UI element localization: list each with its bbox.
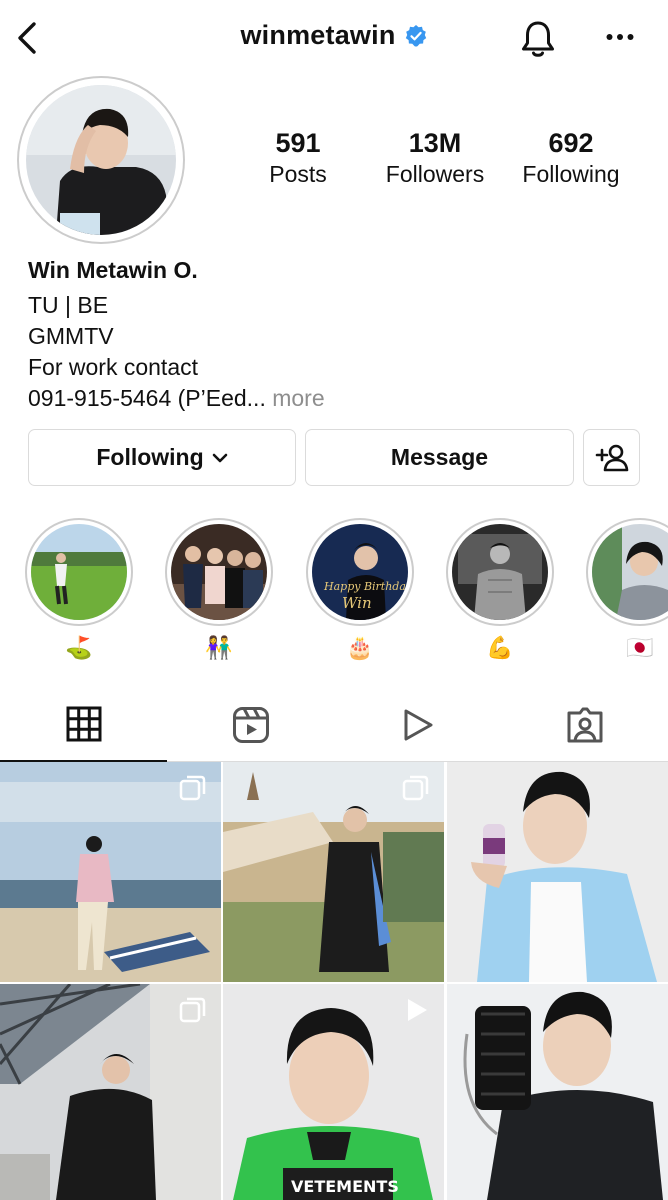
add-user-icon	[595, 444, 628, 471]
highlight-cover: Happy Birthday Win	[312, 524, 408, 620]
highlight-cover	[452, 524, 548, 620]
bio-line-truncated: 091-915-5464 (P’Eed... more	[28, 383, 648, 414]
highlight-label: ⛳	[65, 635, 93, 660]
posts-stat[interactable]: 591 Posts	[248, 128, 348, 190]
display-name: Win Metawin O.	[28, 257, 198, 283]
chevron-down-icon	[212, 453, 227, 462]
highlight-label: 🎂	[346, 635, 374, 660]
posts-grid: VETEMENTS	[0, 762, 668, 1200]
highlight-ring: Happy Birthday Win	[306, 518, 414, 626]
followers-label: Followers	[385, 161, 485, 187]
highlight-label: 💪	[486, 635, 514, 660]
following-label: Following	[522, 161, 620, 187]
video-play-icon	[408, 999, 427, 1021]
grid-icon	[66, 706, 101, 742]
tab-tagged[interactable]	[501, 688, 668, 762]
following-button[interactable]: Following	[28, 429, 296, 486]
message-button[interactable]: Message	[305, 429, 574, 486]
highlight-ring	[25, 518, 133, 626]
tab-grid[interactable]	[0, 688, 167, 762]
tab-videos[interactable]	[334, 688, 501, 762]
followers-stat[interactable]: 13M Followers	[375, 128, 495, 190]
bell-icon	[522, 21, 554, 57]
story-highlight[interactable]: 🇯🇵	[586, 518, 668, 662]
story-highlight[interactable]: Happy Birthday Win 🎂	[306, 518, 414, 662]
suggested-users-button[interactable]	[583, 429, 640, 486]
username: winmetawin	[240, 20, 396, 50]
more-options-button[interactable]	[598, 22, 642, 52]
post-thumbnail[interactable]	[0, 984, 221, 1200]
message-button-label: Message	[390, 444, 489, 470]
posts-count: 591	[275, 128, 321, 158]
highlight-cover	[592, 524, 668, 620]
profile-header-title: winmetawin	[0, 20, 668, 51]
carousel-icon	[179, 997, 206, 1023]
bio-line: GMMTV	[28, 323, 114, 349]
following-count: 692	[548, 128, 594, 158]
birthday-text: Happy Birthday	[323, 580, 408, 593]
profile-bio: Win Metawin O. TU | BE GMMTV For work co…	[28, 256, 648, 414]
carousel-icon	[179, 775, 206, 801]
post-thumbnail[interactable]	[0, 762, 221, 982]
highlight-ring	[446, 518, 554, 626]
bio-line: For work contact	[28, 354, 198, 380]
profile-avatar	[26, 85, 176, 235]
profile-avatar-ring[interactable]	[17, 76, 185, 244]
carousel-icon	[402, 775, 429, 801]
video-icon	[404, 709, 432, 741]
following-button-label: Following	[96, 444, 204, 470]
notifications-button[interactable]	[515, 16, 561, 62]
highlight-cover	[171, 524, 267, 620]
reels-icon	[232, 707, 269, 743]
story-highlight[interactable]: 👫	[165, 518, 273, 662]
jersey-print: VETEMENTS	[291, 1177, 399, 1196]
posts-label: Posts	[269, 161, 327, 187]
highlight-ring	[165, 518, 273, 626]
verified-badge-icon	[405, 24, 426, 47]
tab-reels[interactable]	[167, 688, 334, 762]
post-thumbnail[interactable]	[447, 984, 668, 1200]
profile-tabs	[0, 688, 668, 762]
bio-line: TU | BE	[28, 292, 109, 318]
highlight-label: 🇯🇵	[626, 635, 654, 660]
top-bar: winmetawin	[0, 0, 668, 80]
tagged-icon	[567, 707, 602, 743]
following-stat[interactable]: 692 Following	[515, 128, 627, 190]
bio-phone-text: 091-915-5464 (P’Eed...	[28, 385, 266, 411]
followers-count: 13M	[408, 128, 462, 158]
post-thumbnail[interactable]	[447, 762, 668, 982]
highlight-cover	[31, 524, 127, 620]
highlight-ring	[586, 518, 668, 626]
bio-more-link[interactable]: more	[272, 385, 324, 411]
birthday-name-text: Win	[342, 594, 372, 612]
more-horizontal-icon	[606, 34, 634, 40]
post-thumbnail[interactable]	[223, 762, 444, 982]
post-thumbnail[interactable]: VETEMENTS	[223, 984, 444, 1200]
highlight-label: 👫	[205, 635, 233, 660]
story-highlight[interactable]: 💪	[446, 518, 554, 662]
story-highlight[interactable]: ⛳	[25, 518, 133, 662]
